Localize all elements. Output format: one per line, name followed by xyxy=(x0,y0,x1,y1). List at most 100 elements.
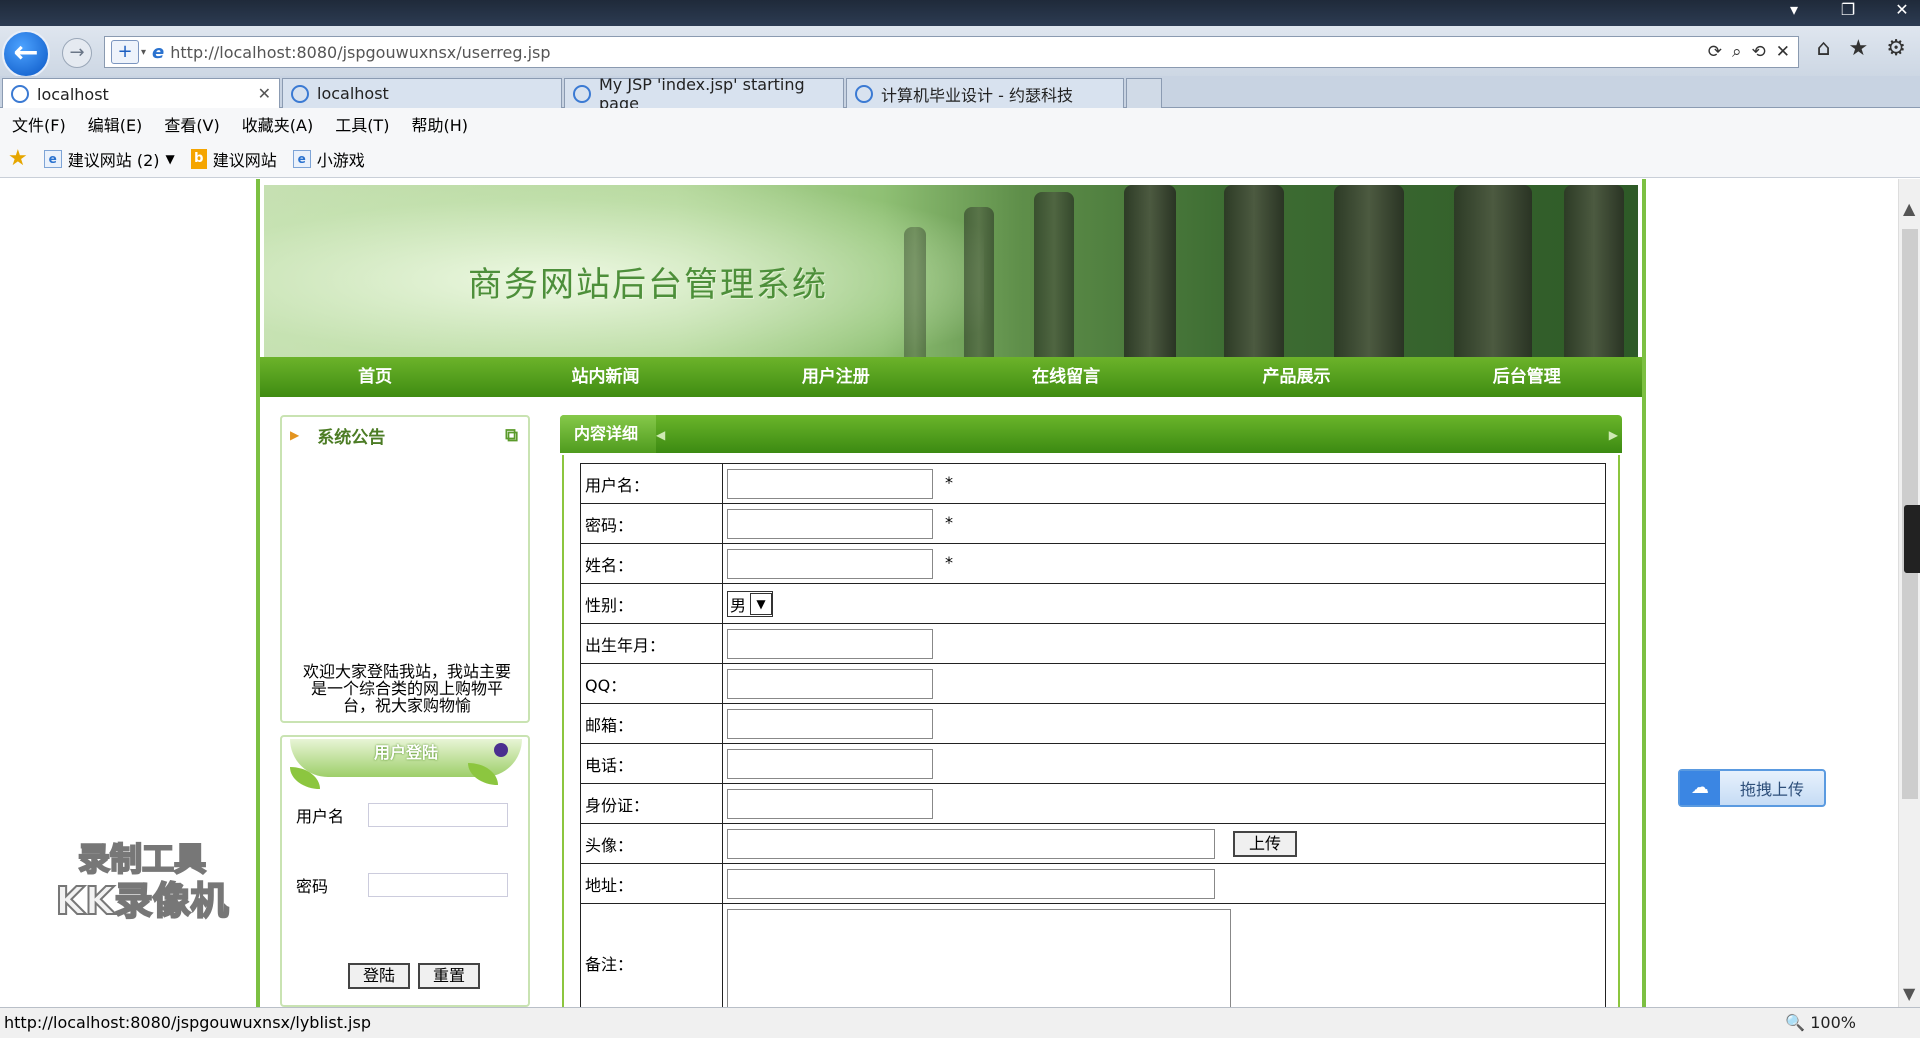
label-name: 姓名： xyxy=(580,543,723,584)
form-row-username: 用户名： * xyxy=(580,463,1606,504)
menu-file[interactable]: 文件(F) xyxy=(12,112,66,136)
address-input[interactable] xyxy=(727,868,1215,899)
required-mark: * xyxy=(945,473,953,492)
tab-label: localhost xyxy=(37,84,109,104)
chevron-down-icon[interactable]: ▼ xyxy=(166,152,175,166)
email-input[interactable] xyxy=(727,708,933,739)
add-favorite-star-icon[interactable]: ★ xyxy=(8,146,28,171)
password-label: 密码 xyxy=(296,877,329,896)
home-icon[interactable]: ⌂ xyxy=(1817,36,1831,61)
nav-news[interactable]: 站内新闻 xyxy=(490,357,720,397)
zoom-level[interactable]: 🔍 100% xyxy=(1785,1008,1856,1038)
refresh-icon[interactable]: ⟲ xyxy=(1752,42,1766,62)
tab-index-jsp[interactable]: My JSP 'index.jsp' starting page xyxy=(564,75,844,113)
avatar-input[interactable] xyxy=(727,828,1215,859)
restore-button[interactable]: ❐ xyxy=(1838,0,1858,20)
menu-tools[interactable]: 工具(T) xyxy=(335,112,389,136)
menu-view[interactable]: 查看(V) xyxy=(164,112,219,136)
close-tab-icon[interactable]: ✕ xyxy=(258,84,271,103)
minimize-button[interactable]: ▾ xyxy=(1784,0,1804,20)
label-idcard: 身份证： xyxy=(580,783,723,824)
tree-trunk xyxy=(1224,185,1284,357)
notice-title: 系统公告 xyxy=(317,427,386,448)
new-tab-button[interactable] xyxy=(1126,78,1162,108)
nav-admin[interactable]: 后台管理 xyxy=(1412,357,1642,397)
reset-button[interactable]: 重置 xyxy=(418,963,480,989)
ie-page-icon: e xyxy=(292,149,311,168)
upload-button[interactable]: 上传 xyxy=(1233,830,1297,857)
scroll-down-icon[interactable]: ▼ xyxy=(1903,984,1915,1003)
username-input[interactable] xyxy=(727,468,933,499)
window-title-bar: ▾ ❐ ✕ xyxy=(0,0,1920,26)
label-remark: 备注： xyxy=(580,903,723,1007)
watermark-line2: KK录像机 xyxy=(55,879,230,923)
vertical-scrollbar[interactable]: ▲ ▼ xyxy=(1898,179,1920,1007)
tree-trunk xyxy=(1334,185,1404,357)
gear-icon[interactable]: ⚙ xyxy=(1886,36,1906,61)
fav-suggested-sites[interactable]: e 建议网站 (2) ▼ xyxy=(43,147,175,171)
fav-games[interactable]: e 小游戏 xyxy=(292,147,365,171)
notice-panel: ▶ 系统公告 ⧉ 欢迎大家登陆我站，我站主要是一个综合类的网上购物平台，祝大家购… xyxy=(280,415,530,723)
gender-select[interactable]: 男 ▼ xyxy=(727,590,774,617)
ie-page-icon: e xyxy=(152,41,165,63)
chevron-down-icon[interactable]: ▾ xyxy=(141,47,146,58)
nav-home[interactable]: 首页 xyxy=(260,357,490,397)
back-button[interactable]: ← xyxy=(2,30,50,78)
form-row-phone: 电话： xyxy=(580,743,1606,784)
menu-bar: 文件(F) 编辑(E) 查看(V) 收藏夹(A) 工具(T) 帮助(H) xyxy=(0,108,1920,140)
tab-strip: localhost ✕ localhost My JSP 'index.jsp'… xyxy=(0,75,1920,113)
idcard-input[interactable] xyxy=(727,788,933,819)
name-input[interactable] xyxy=(727,548,933,579)
label-avatar: 头像： xyxy=(580,823,723,864)
zoom-value: 100% xyxy=(1810,1013,1856,1032)
forward-button[interactable]: → xyxy=(62,38,92,68)
qq-input[interactable] xyxy=(727,668,933,699)
tree-trunk xyxy=(1034,192,1074,357)
chevron-down-icon[interactable]: ▼ xyxy=(750,592,773,615)
favorites-star-icon[interactable]: ★ xyxy=(1849,36,1869,61)
login-password-input[interactable] xyxy=(368,873,509,897)
status-url: http://localhost:8080/jspgouwuxnsx/lybli… xyxy=(4,1013,371,1032)
stop-icon[interactable]: ✕ xyxy=(1776,42,1790,62)
address-row: ← → + ▾ e http://localhost:8080/jspgouwu… xyxy=(0,26,1920,78)
triangle-icon: ▶ xyxy=(290,428,300,442)
recorder-watermark: 录制工具 KK录像机 xyxy=(44,838,240,923)
site-identity-icon[interactable]: + xyxy=(111,40,139,64)
remark-textarea[interactable] xyxy=(727,908,1231,1007)
birth-input[interactable] xyxy=(727,628,933,659)
menu-edit[interactable]: 编辑(E) xyxy=(88,112,143,136)
cloud-icon: ☁ xyxy=(1680,771,1720,805)
search-icon[interactable]: ⌕ xyxy=(1732,42,1742,62)
phone-input[interactable] xyxy=(727,748,933,779)
tab-graduation-design[interactable]: 计算机毕业设计 - 约瑟科技 xyxy=(846,78,1124,108)
login-username-input[interactable] xyxy=(368,803,509,827)
login-button[interactable]: 登陆 xyxy=(348,963,410,989)
site-container: 商务网站后台管理系统 首页 站内新闻 用户注册 在线留言 产品展示 后台管理 ▶… xyxy=(256,179,1646,1007)
menu-help[interactable]: 帮助(H) xyxy=(411,112,468,136)
side-panel-handle[interactable] xyxy=(1904,505,1920,573)
close-window-button[interactable]: ✕ xyxy=(1892,0,1912,20)
bing-icon: b xyxy=(190,148,207,169)
nav-products[interactable]: 产品展示 xyxy=(1181,357,1411,397)
register-form: 用户名： * 密码： * 姓名： * 性别： 男 ▼ 出生年月： QQ： 邮箱：… xyxy=(580,463,1606,1007)
form-row-idcard: 身份证： xyxy=(580,783,1606,824)
arrow-right-icon: ▶ xyxy=(1608,428,1618,442)
address-bar[interactable]: + ▾ e http://localhost:8080/jspgouwuxnsx… xyxy=(104,36,1799,68)
menu-favorites[interactable]: 收藏夹(A) xyxy=(242,112,313,136)
form-row-remark: 备注： xyxy=(580,903,1606,1007)
nav-message[interactable]: 在线留言 xyxy=(951,357,1181,397)
tab-localhost-active[interactable]: localhost ✕ xyxy=(2,78,280,109)
ie-page-icon: e xyxy=(43,149,62,168)
cloud-upload-button[interactable]: ☁ 拖拽上传 xyxy=(1678,769,1826,807)
form-row-email: 邮箱： xyxy=(580,703,1606,744)
fav-bing-sites[interactable]: b 建议网站 xyxy=(190,147,277,171)
address-url[interactable]: http://localhost:8080/jspgouwuxnsx/userr… xyxy=(170,43,550,62)
compat-view-icon[interactable]: ⟳ xyxy=(1708,42,1722,62)
nav-register[interactable]: 用户注册 xyxy=(721,357,951,397)
content-title: 内容详细 xyxy=(560,415,656,453)
tab-localhost[interactable]: localhost xyxy=(282,78,562,108)
scroll-up-icon[interactable]: ▲ xyxy=(1903,199,1915,218)
notice-text: 欢迎大家登陆我站，我站主要是一个综合类的网上购物平台，祝大家购物愉 xyxy=(302,662,511,715)
label-password: 密码： xyxy=(580,503,723,544)
password-input[interactable] xyxy=(727,508,933,539)
